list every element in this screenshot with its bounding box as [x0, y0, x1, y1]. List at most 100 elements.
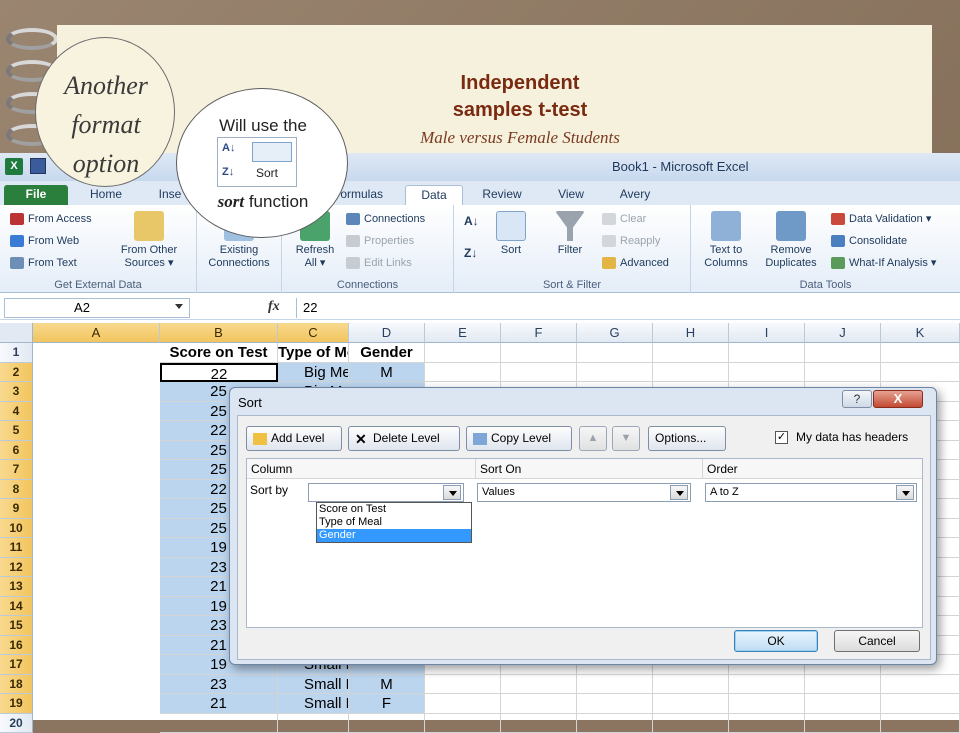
tab-review[interactable]: Review: [476, 185, 528, 205]
copy-level-button[interactable]: Copy Level: [466, 426, 572, 451]
row-header[interactable]: 4: [0, 402, 33, 422]
row-header[interactable]: 17: [0, 655, 33, 675]
table-cell[interactable]: [653, 694, 729, 714]
table-cell[interactable]: [501, 363, 577, 383]
headers-checkbox[interactable]: ✓: [775, 431, 788, 444]
table-cell[interactable]: [425, 714, 501, 733]
reapply-button[interactable]: Reapply: [602, 235, 660, 248]
edit-links-button[interactable]: Edit Links: [346, 257, 412, 270]
remove-duplicates-button[interactable]: Remove Duplicates: [757, 211, 825, 270]
sort-button[interactable]: Sort: [490, 211, 532, 257]
sort-za-icon[interactable]: Z↓: [464, 247, 477, 260]
table-cell[interactable]: [501, 343, 577, 363]
table-cell[interactable]: [501, 714, 577, 733]
table-cell[interactable]: [881, 675, 960, 695]
table-cell[interactable]: [729, 694, 805, 714]
options-button[interactable]: Options...: [648, 426, 726, 451]
table-cell[interactable]: [653, 714, 729, 733]
sort-az-icon[interactable]: A↓: [464, 215, 479, 228]
column-header-e[interactable]: E: [425, 323, 501, 343]
row-header[interactable]: 15: [0, 616, 33, 636]
table-cell[interactable]: F: [349, 694, 425, 714]
table-cell[interactable]: Big Meal: [278, 363, 349, 383]
move-down-button[interactable]: ▼: [612, 426, 640, 451]
tab-avery[interactable]: Avery: [610, 185, 660, 205]
table-cell[interactable]: [729, 714, 805, 733]
tab-file[interactable]: File: [4, 185, 68, 205]
move-up-button[interactable]: ▲: [579, 426, 607, 451]
table-cell[interactable]: [577, 363, 653, 383]
row-header[interactable]: 10: [0, 519, 33, 539]
column-header-h[interactable]: H: [653, 323, 729, 343]
table-cell[interactable]: [805, 343, 881, 363]
table-cell[interactable]: [577, 714, 653, 733]
dropdown-arrow-icon[interactable]: [896, 485, 914, 500]
dropdown-arrow-icon[interactable]: [670, 485, 688, 500]
table-cell[interactable]: Type of Meal: [278, 343, 349, 363]
table-cell[interactable]: [805, 694, 881, 714]
close-button[interactable]: X: [873, 390, 923, 408]
row-header[interactable]: 14: [0, 597, 33, 617]
dropdown-option[interactable]: Score on Test: [317, 503, 471, 516]
row-header[interactable]: 6: [0, 441, 33, 461]
dropdown-option[interactable]: Type of Meal: [317, 516, 471, 529]
table-cell[interactable]: Small Meal: [278, 694, 349, 714]
tab-home[interactable]: Home: [84, 185, 128, 205]
data-validation-button[interactable]: Data Validation ▾: [831, 213, 931, 226]
table-cell[interactable]: [577, 675, 653, 695]
column-header-j[interactable]: J: [805, 323, 881, 343]
table-cell[interactable]: [425, 343, 501, 363]
table-cell[interactable]: M: [349, 363, 425, 383]
row-header[interactable]: 9: [0, 499, 33, 519]
row-header[interactable]: 8: [0, 480, 33, 500]
column-select[interactable]: [308, 483, 464, 502]
row-header[interactable]: 2: [0, 363, 33, 383]
table-cell[interactable]: [653, 363, 729, 383]
row-header[interactable]: 20: [0, 714, 33, 733]
order-select[interactable]: A to Z: [705, 483, 917, 502]
from-web-button[interactable]: From Web: [10, 235, 79, 248]
table-cell[interactable]: [805, 363, 881, 383]
table-cell[interactable]: 21: [160, 694, 278, 714]
row-header[interactable]: 7: [0, 460, 33, 480]
table-cell[interactable]: [881, 694, 960, 714]
properties-button[interactable]: Properties: [346, 235, 414, 248]
table-cell[interactable]: [653, 343, 729, 363]
table-cell[interactable]: Gender: [349, 343, 425, 363]
from-text-button[interactable]: From Text: [10, 257, 77, 270]
table-cell[interactable]: [425, 694, 501, 714]
clear-button[interactable]: Clear: [602, 213, 646, 226]
row-header[interactable]: 1: [0, 343, 33, 363]
tab-view[interactable]: View: [548, 185, 594, 205]
table-cell[interactable]: 22: [160, 363, 278, 383]
consolidate-button[interactable]: Consolidate: [831, 235, 907, 248]
advanced-button[interactable]: Advanced: [602, 257, 669, 270]
table-cell[interactable]: M: [349, 675, 425, 695]
column-header-d[interactable]: D: [349, 323, 425, 343]
formula-input[interactable]: 22: [296, 298, 956, 318]
column-header-c[interactable]: C: [278, 323, 349, 343]
connections-button[interactable]: Connections: [346, 213, 425, 226]
table-cell[interactable]: Small Meal: [278, 675, 349, 695]
help-button[interactable]: ?: [842, 390, 872, 408]
table-cell[interactable]: [425, 675, 501, 695]
row-header[interactable]: 18: [0, 675, 33, 695]
column-header-f[interactable]: F: [501, 323, 577, 343]
table-cell[interactable]: [349, 714, 425, 733]
dropdown-arrow-icon[interactable]: [443, 485, 461, 500]
table-cell[interactable]: Score on Test: [160, 343, 278, 363]
column-header-g[interactable]: G: [577, 323, 653, 343]
table-cell[interactable]: [653, 675, 729, 695]
select-all-corner[interactable]: [0, 323, 33, 343]
tab-data[interactable]: Data: [405, 185, 463, 205]
table-cell[interactable]: [881, 714, 960, 733]
text-to-columns-button[interactable]: Text to Columns: [697, 211, 755, 270]
row-header[interactable]: 3: [0, 382, 33, 402]
table-cell[interactable]: [881, 343, 960, 363]
table-cell[interactable]: 23: [160, 675, 278, 695]
name-box-dropdown-icon[interactable]: [175, 304, 183, 309]
table-cell[interactable]: [881, 363, 960, 383]
add-level-button[interactable]: Add Level: [246, 426, 342, 451]
filter-button[interactable]: Filter: [550, 211, 590, 257]
row-header[interactable]: 11: [0, 538, 33, 558]
